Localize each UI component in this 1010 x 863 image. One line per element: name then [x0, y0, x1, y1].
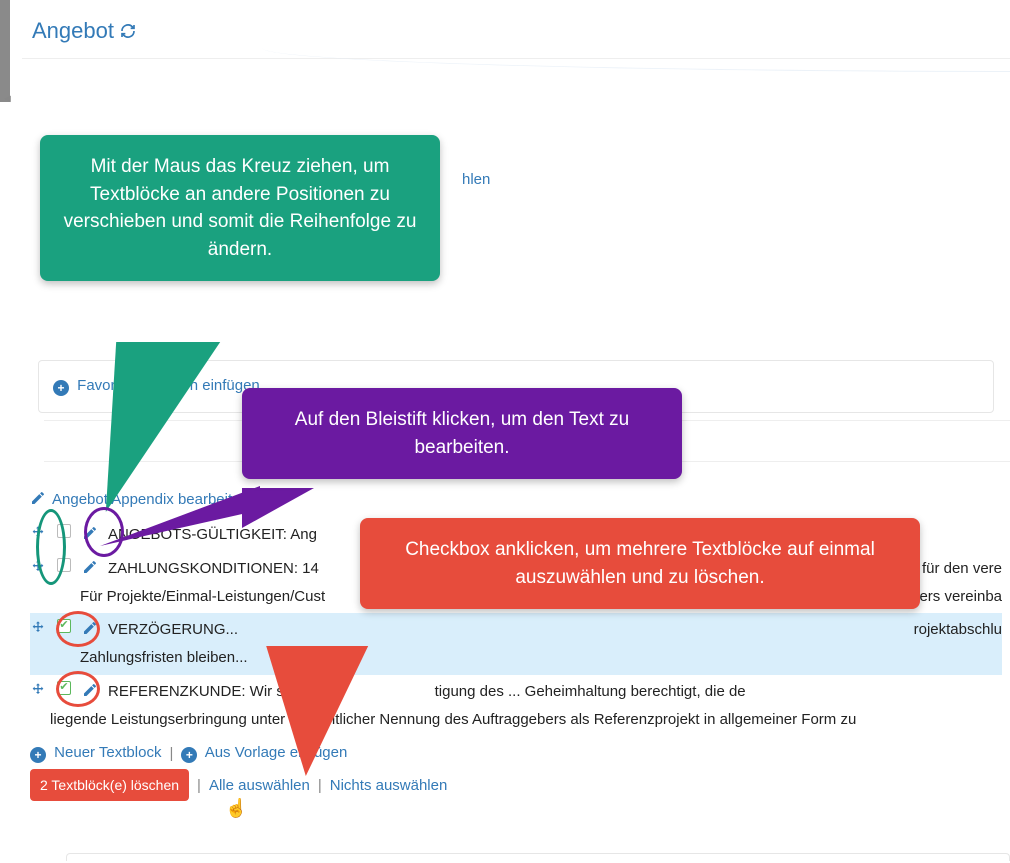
- plus-circle-icon: +: [30, 747, 46, 763]
- callout-drag-hint: Mit der Maus das Kreuz ziehen, um Textbl…: [40, 135, 440, 281]
- row-tail: ers vereinba: [919, 586, 1002, 608]
- row-tail: rojektabschlu: [914, 619, 1002, 641]
- delete-textblocks-button[interactable]: 2 Textblöck(e) löschen: [30, 769, 189, 801]
- textblock-row: ✔ REFERENZKUNDE: Wir sind u ------------…: [30, 675, 1002, 709]
- row-text-cont: liegende Leistungserbringung unter namen…: [30, 709, 856, 731]
- row-tail: für den vere: [922, 558, 1002, 580]
- row-checkbox[interactable]: [56, 524, 72, 538]
- separator: |: [318, 777, 322, 794]
- row-text: VERZÖGERUNG...: [108, 619, 904, 641]
- drag-handle-icon[interactable]: [30, 558, 46, 580]
- row-text-cont: Zahlungsfristen bleiben...: [30, 647, 248, 669]
- decorative-curve: [262, 48, 1010, 72]
- textblock-row: ✔ VERZÖGERUNG... rojektabschlu: [30, 613, 1002, 647]
- cursor-hand-icon: ☝: [225, 798, 247, 819]
- select-none-link[interactable]: Nichts auswählen: [330, 777, 448, 794]
- separator: |: [197, 777, 201, 794]
- row-text-cont: Für Projekte/Einmal-Leistungen/Cust: [30, 586, 325, 608]
- row-checkbox[interactable]: ✔: [56, 619, 72, 633]
- row-text: REFERENZKUNDE: Wir sind u --------------…: [108, 681, 1002, 703]
- pencil-icon[interactable]: [82, 524, 98, 546]
- bottom-panel-edge: [66, 853, 1010, 861]
- actions-bar-2: 2 Textblöck(e) löschen | Alle auswählen …: [30, 769, 1002, 801]
- actions-bar: + Neuer Textblock | + Aus Vorlage einfüg…: [30, 744, 1002, 763]
- callout-checkbox-hint: Checkbox anklicken, um mehrere Textblöck…: [360, 518, 920, 609]
- drag-handle-icon[interactable]: [30, 681, 46, 703]
- textblock-row-cont: Zahlungsfristen bleiben...: [30, 647, 1002, 675]
- textblock-row-cont: liegende Leistungserbringung unter namen…: [30, 709, 1002, 737]
- page-title: Angebot: [32, 18, 114, 44]
- pencil-icon[interactable]: [82, 619, 98, 641]
- separator: |: [169, 745, 173, 762]
- row-checkbox[interactable]: [56, 558, 72, 572]
- row-checkbox[interactable]: ✔: [56, 681, 72, 695]
- partial-link[interactable]: hlen: [462, 171, 490, 188]
- plus-circle-icon: +: [181, 747, 197, 763]
- pencil-icon[interactable]: [82, 558, 98, 580]
- new-textblock-label: Neuer Textblock: [54, 744, 161, 761]
- collapse-chevron-icon[interactable]: ◄: [0, 90, 15, 108]
- new-textblock-link[interactable]: + Neuer Textblock: [30, 744, 161, 763]
- pencil-icon: [30, 490, 46, 508]
- plus-circle-icon: +: [53, 380, 69, 396]
- refresh-icon[interactable]: [120, 21, 136, 42]
- window-left-strip: [0, 0, 10, 102]
- callout-pencil-hint: Auf den Bleistift klicken, um den Text z…: [242, 388, 682, 479]
- drag-handle-icon[interactable]: [30, 619, 46, 641]
- pencil-icon[interactable]: [82, 681, 98, 703]
- drag-handle-icon[interactable]: [30, 524, 46, 546]
- select-all-link[interactable]: Alle auswählen: [209, 777, 310, 794]
